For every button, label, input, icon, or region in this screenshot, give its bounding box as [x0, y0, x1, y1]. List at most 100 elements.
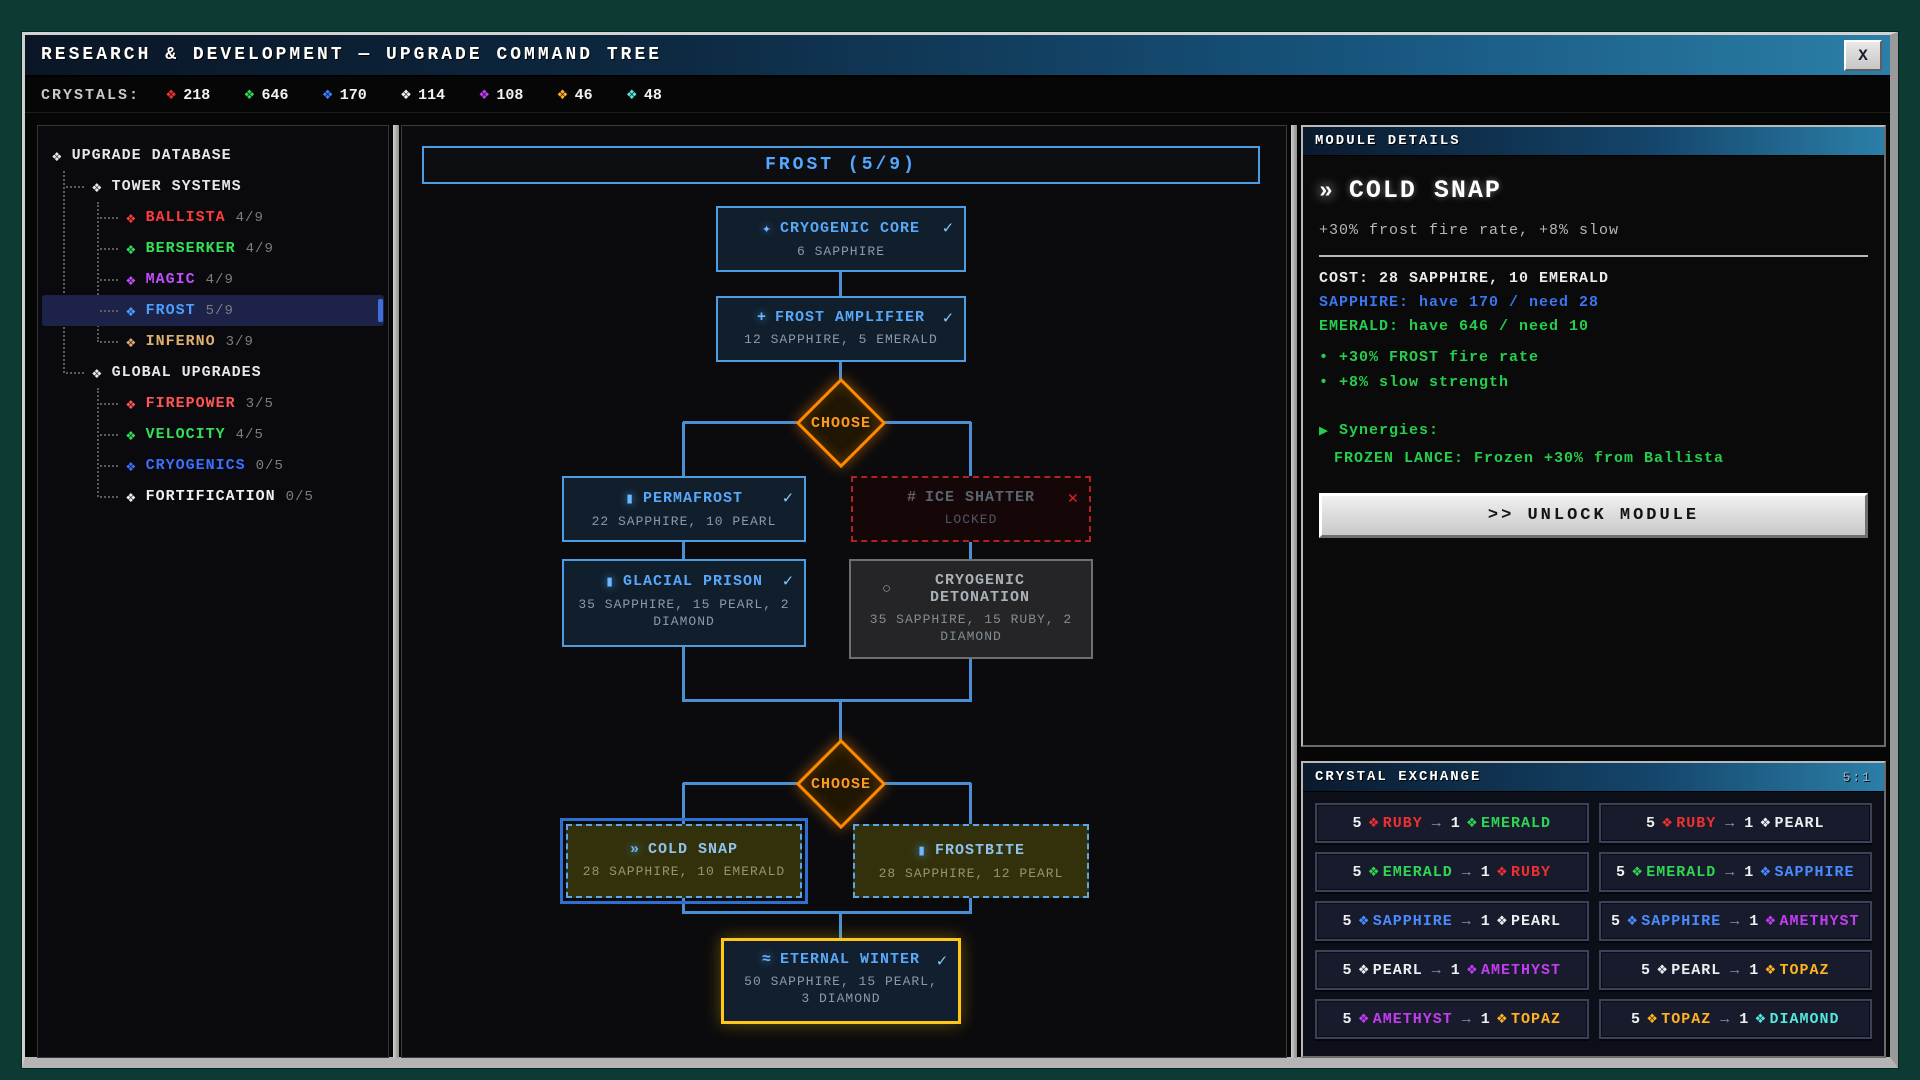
crystal-diamond: ❖48 [627, 87, 662, 104]
gem-icon: ❖ [1760, 864, 1771, 881]
crystal-pearl: ❖114 [401, 87, 445, 104]
node-cost: 28 SAPPHIRE, 10 EMERALD [568, 863, 800, 880]
synergy-line: FROZEN LANCE: Frozen +30% from Ballista [1334, 450, 1868, 467]
tree-connector [884, 421, 971, 424]
synergies-header: ▶Synergies: [1319, 421, 1868, 440]
node-cryogenic-core[interactable]: ✦CRYOGENIC CORE ✓ 6 SAPPHIRE [716, 206, 966, 272]
gem-icon: ❖ [126, 301, 137, 321]
sidebar-item-cryogenics[interactable]: ❖CRYOGENICS0/5 [42, 450, 384, 481]
gem-icon: ❖ [1755, 1011, 1766, 1028]
exchange-button-sapphire-amethyst[interactable]: 5❖SAPPHIRE→1❖AMETHYST [1599, 901, 1873, 941]
gem-icon: ❖ [1657, 962, 1668, 979]
crystal-exchange-header: CRYSTAL EXCHANGE 5:1 [1303, 763, 1884, 792]
sidebar-item-tower-systems[interactable]: ❖TOWER SYSTEMS [42, 171, 384, 202]
tree-connector [682, 699, 972, 702]
title-bar: RESEARCH & DEVELOPMENT — UPGRADE COMMAND… [25, 35, 1890, 77]
exchange-button-ruby-pearl[interactable]: 5❖RUBY→1❖PEARL [1599, 803, 1873, 843]
exchange-button-amethyst-topaz[interactable]: 5❖AMETHYST→1❖TOPAZ [1315, 999, 1589, 1039]
ice-block-icon: ▮ [917, 841, 927, 860]
gem-icon: ❖ [52, 146, 63, 166]
node-cost: 35 SAPPHIRE, 15 PEARL, 2 DIAMOND [564, 596, 804, 630]
sidebar-item-upgrade-database[interactable]: ❖UPGRADE DATABASE [42, 140, 384, 171]
check-icon: ✓ [943, 308, 953, 329]
node-cost: 6 SAPPHIRE [718, 243, 964, 260]
gem-icon: ❖ [1647, 1011, 1658, 1028]
window-title: RESEARCH & DEVELOPMENT — UPGRADE COMMAND… [25, 45, 662, 65]
crystals-label: CRYSTALS: [41, 87, 140, 104]
sidebar-item-velocity[interactable]: ❖VELOCITY4/5 [42, 419, 384, 450]
gem-icon: ❖ [126, 270, 137, 290]
arrow-icon: → [1725, 864, 1735, 881]
sidebar-item-ballista[interactable]: ❖BALLISTA4/9 [42, 202, 384, 233]
exchange-button-emerald-ruby[interactable]: 5❖EMERALD→1❖RUBY [1315, 852, 1589, 892]
effect-line: • +8% slow strength [1319, 374, 1868, 391]
close-button[interactable]: X [1844, 40, 1882, 71]
tree-connector [682, 542, 685, 559]
arrow-icon: → [1730, 962, 1740, 979]
node-permafrost[interactable]: ▮PERMAFROST ✓ 22 SAPPHIRE, 10 PEARL [562, 476, 806, 542]
plus-icon: + [757, 309, 767, 326]
gem-icon: ❖ [126, 487, 137, 507]
module-title: »COLD SNAP [1319, 176, 1868, 205]
splitter-right [1291, 125, 1297, 1058]
node-frost-amplifier[interactable]: +FROST AMPLIFIER ✓ 12 SAPPHIRE, 5 EMERAL… [716, 296, 966, 362]
sidebar-item-berserker[interactable]: ❖BERSERKER4/9 [42, 233, 384, 264]
tree-connector [682, 647, 685, 701]
node-eternal-winter[interactable]: ≈ETERNAL WINTER ✓ 50 SAPPHIRE, 15 PEARL,… [721, 938, 961, 1024]
gem-icon: ❖ [1467, 962, 1478, 979]
exchange-button-topaz-diamond[interactable]: 5❖TOPAZ→1❖DIAMOND [1599, 999, 1873, 1039]
sidebar-item-global-upgrades[interactable]: ❖GLOBAL UPGRADES [42, 357, 384, 388]
sidebar-item-frost[interactable]: ❖FROST5/9 [42, 295, 384, 326]
exchange-button-ruby-emerald[interactable]: 5❖RUBY→1❖EMERALD [1315, 803, 1589, 843]
crystal-emerald: ❖646 [244, 87, 288, 104]
locked-x-icon: ✕ [1068, 488, 1078, 509]
tree-connector [969, 659, 972, 701]
gem-icon: ❖ [1497, 864, 1508, 881]
diamond-gem-icon: ❖ [627, 87, 637, 104]
gem-icon: ❖ [1358, 1011, 1369, 1028]
module-cost-line: COST: 28 SAPPHIRE, 10 EMERALD [1319, 270, 1868, 287]
sidebar-item-magic[interactable]: ❖MAGIC4/9 [42, 264, 384, 295]
tree-connector [884, 782, 971, 785]
sidebar-item-fortification[interactable]: ❖FORTIFICATION0/5 [42, 481, 384, 512]
tree-connector [839, 702, 842, 742]
unlock-module-button[interactable]: >> UNLOCK MODULE [1319, 493, 1868, 538]
gem-icon: ❖ [1662, 815, 1673, 832]
exchange-button-sapphire-pearl[interactable]: 5❖SAPPHIRE→1❖PEARL [1315, 901, 1589, 941]
arrow-icon: → [1462, 864, 1472, 881]
ice-block-icon: ▮ [605, 572, 615, 591]
gem-icon: ❖ [1632, 864, 1643, 881]
crystal-topaz: ❖46 [557, 87, 592, 104]
check-icon: ✓ [783, 571, 793, 592]
tree-connector [969, 422, 972, 476]
node-glacial-prison[interactable]: ▮GLACIAL PRISON ✓ 35 SAPPHIRE, 15 PEARL,… [562, 559, 806, 647]
exchange-button-pearl-amethyst[interactable]: 5❖PEARL→1❖AMETHYST [1315, 950, 1589, 990]
tree-connector [682, 422, 685, 476]
check-icon: ✓ [937, 951, 947, 972]
arrow-icon: → [1462, 913, 1472, 930]
node-cost: 12 SAPPHIRE, 5 EMERALD [718, 331, 964, 348]
ruby-gem-icon: ❖ [166, 87, 176, 104]
sidebar-item-firepower[interactable]: ❖FIREPOWER3/5 [42, 388, 384, 419]
chevrons-icon: » [1319, 178, 1335, 204]
tree-title: FROST (5/9) [422, 146, 1260, 184]
gem-icon: ❖ [1497, 913, 1508, 930]
node-cryogenic-detonation[interactable]: ○CRYOGENIC DETONATION 35 SAPPHIRE, 15 RU… [849, 559, 1093, 659]
rd-window: RESEARCH & DEVELOPMENT — UPGRADE COMMAND… [22, 32, 1898, 1068]
exchange-button-emerald-sapphire[interactable]: 5❖EMERALD→1❖SAPPHIRE [1599, 852, 1873, 892]
node-cold-snap[interactable]: »COLD SNAP 28 SAPPHIRE, 10 EMERALD [566, 824, 802, 898]
tree-connector [682, 783, 685, 824]
node-frostbite[interactable]: ▮FROSTBITE 28 SAPPHIRE, 12 PEARL [853, 824, 1089, 898]
gem-icon: ❖ [1467, 815, 1478, 832]
arrow-icon: → [1432, 962, 1442, 979]
sidebar-item-inferno[interactable]: ❖INFERNO3/9 [42, 326, 384, 357]
amethyst-gem-icon: ❖ [479, 87, 489, 104]
node-ice-shatter[interactable]: #ICE SHATTER ✕ LOCKED [851, 476, 1091, 542]
exchange-button-pearl-topaz[interactable]: 5❖PEARL→1❖TOPAZ [1599, 950, 1873, 990]
gem-icon: ❖ [126, 208, 137, 228]
divider [1319, 255, 1868, 257]
emerald-gem-icon: ❖ [244, 87, 254, 104]
chevrons-icon: » [630, 841, 640, 858]
gem-icon: ❖ [126, 239, 137, 259]
arrow-icon: → [1432, 815, 1442, 832]
